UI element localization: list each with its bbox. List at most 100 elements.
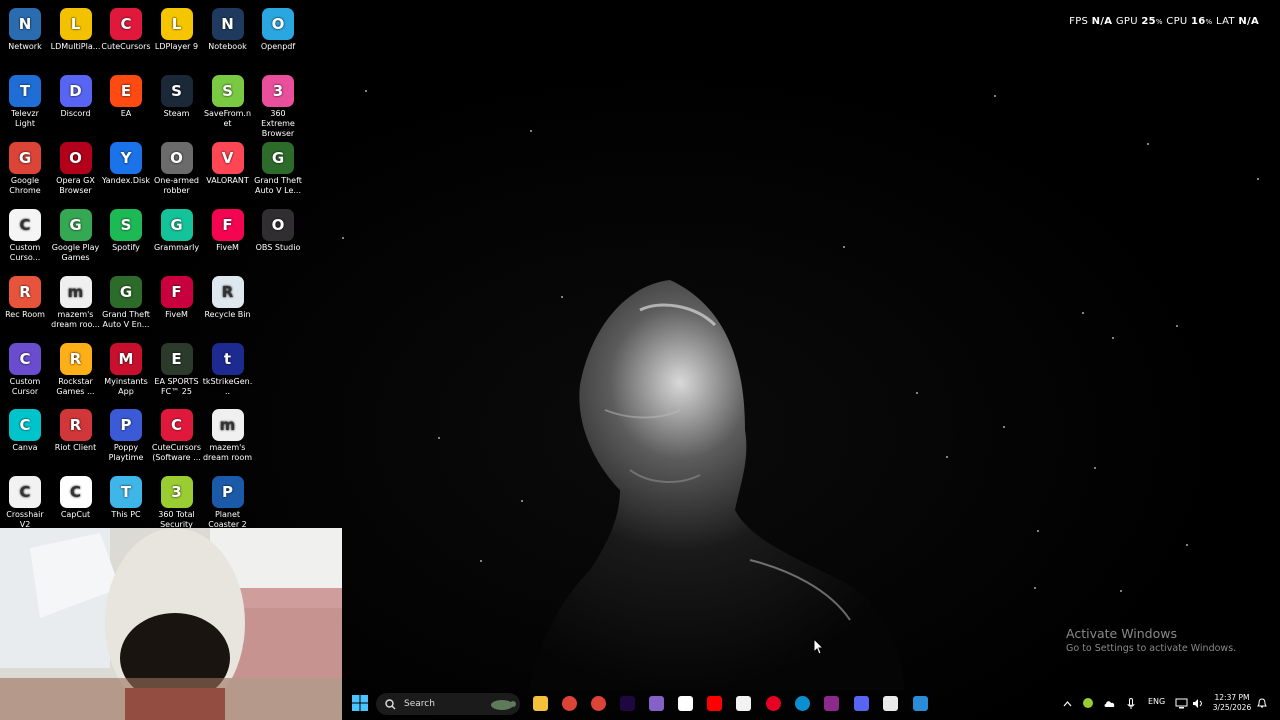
- taskbar-clock[interactable]: 12:37 PM 3/25/2026: [1210, 693, 1254, 713]
- desktop-icon[interactable]: R Rec Room: [0, 274, 50, 320]
- desktop-icon[interactable]: O Opera GX Browser: [51, 140, 101, 196]
- pdf-icon: O: [262, 8, 294, 40]
- desktop-icon[interactable]: D Discord: [51, 73, 101, 119]
- desktop-icon[interactable]: S Steam: [152, 73, 202, 119]
- gta-icon: G: [110, 276, 142, 308]
- taskbar-app-chrome-icon[interactable]: [559, 692, 579, 714]
- desktop-icon[interactable]: M Myinstants App: [101, 341, 151, 397]
- obs-icon: O: [262, 209, 294, 241]
- desktop-icon[interactable]: C Crosshair V2: [0, 474, 50, 530]
- winrar-icon: [823, 695, 839, 711]
- microphone-icon[interactable]: [1127, 698, 1135, 710]
- taskbar-app-discord-icon[interactable]: [851, 692, 871, 714]
- desktop-icon-label: EA SPORTS FC™ 25: [154, 377, 199, 396]
- desktop-icon[interactable]: P Planet Coaster 2: [203, 474, 253, 530]
- desktop-icon[interactable]: E EA SPORTS FC™ 25: [152, 341, 202, 397]
- desktop-icon[interactable]: C CuteCursors: [101, 6, 151, 52]
- desktop-icon[interactable]: m mazem's dream roo...: [51, 274, 101, 330]
- rec-room-icon: R: [9, 276, 41, 308]
- start-button[interactable]: [350, 692, 370, 714]
- desktop-icon-label: Grand Theft Auto V En...: [102, 310, 150, 329]
- desktop-icon[interactable]: R Recycle Bin: [203, 274, 253, 320]
- desktop-icon[interactable]: R Rockstar Games ...: [51, 341, 101, 397]
- desktop-icon[interactable]: N Network: [0, 6, 50, 52]
- star: [1037, 530, 1039, 532]
- activate-subtitle: Go to Settings to activate Windows.: [1066, 643, 1237, 654]
- desktop-icon[interactable]: O Openpdf: [253, 6, 303, 52]
- desktop-icon[interactable]: C Custom Cursor: [0, 341, 50, 397]
- desktop-icon[interactable]: O OBS Studio: [253, 207, 303, 253]
- play-games-icon: G: [59, 209, 92, 241]
- desktop-icon[interactable]: G Grammarly: [152, 207, 202, 253]
- taskbar-app-visual-studio-icon[interactable]: [646, 692, 666, 714]
- notification-bell-icon[interactable]: [1257, 698, 1267, 709]
- desktop-icon[interactable]: F FiveM: [152, 274, 202, 320]
- fps-label: FPS: [1069, 16, 1089, 27]
- desktop-icon[interactable]: G Google Play Games: [51, 207, 101, 263]
- desktop-icon-label: Custom Curso...: [9, 243, 41, 262]
- desktop-icon[interactable]: 3 360 Extreme Browser: [253, 73, 303, 139]
- desktop-icon[interactable]: N Notebook: [203, 6, 253, 52]
- desktop-icon[interactable]: E EA: [101, 73, 151, 119]
- taskbar-app-explorer-icon[interactable]: [530, 692, 550, 714]
- desktop-icon[interactable]: C Canva: [0, 407, 50, 453]
- desktop-icon[interactable]: m mazem's dream room: [203, 407, 253, 463]
- taskbar-app-pinterest-icon[interactable]: [763, 692, 783, 714]
- 360-browser-icon: 3: [262, 75, 294, 107]
- custom-cursor-icon: C: [9, 343, 41, 375]
- taskbar-app-file-icon[interactable]: [880, 692, 900, 714]
- desktop-icon[interactable]: 3 360 Total Security: [152, 474, 202, 530]
- taskbar-app-after-effects-icon[interactable]: [617, 692, 637, 714]
- taskbar-search-box[interactable]: Search: [376, 693, 520, 715]
- taskbar-app-winrar-icon[interactable]: [821, 692, 841, 714]
- desktop-icon-label: Yandex.Disk: [101, 176, 151, 185]
- desktop-icon[interactable]: C CuteCursors (Software ...: [152, 407, 202, 463]
- desktop-icon-label: Crosshair V2: [6, 510, 44, 529]
- desktop-icon[interactable]: C Custom Curso...: [0, 207, 50, 263]
- cpu-unit: %: [1205, 18, 1213, 26]
- desktop-icon[interactable]: Y Yandex.Disk: [101, 140, 151, 186]
- star: [561, 296, 563, 298]
- desktop-icon[interactable]: G Grand Theft Auto V En...: [101, 274, 151, 330]
- ld-multiplayer-icon: L: [59, 8, 92, 40]
- desktop-icon-label: FiveM: [165, 310, 188, 319]
- star: [342, 237, 344, 239]
- desktop-icon[interactable]: C CapCut: [51, 474, 101, 520]
- desktop-icon[interactable]: S SaveFrom.net: [203, 73, 253, 129]
- desktop-icon-label: Custom Cursor: [9, 377, 41, 396]
- store-icon: [735, 695, 751, 711]
- taskbar-app-chrome-icon[interactable]: [588, 692, 608, 714]
- taskbar-app-shield-icon[interactable]: [910, 692, 930, 714]
- desktop-icon[interactable]: R Riot Client: [51, 407, 101, 453]
- show-hidden-icons-chevron-icon[interactable]: [1063, 700, 1072, 707]
- desktop-icon[interactable]: T This PC: [101, 474, 151, 520]
- youtube-icon: [706, 695, 722, 711]
- desktop-icon[interactable]: t tkStrikeGen...: [203, 341, 253, 397]
- network-icon[interactable]: [1175, 698, 1188, 709]
- star: [843, 246, 845, 248]
- desktop-icon[interactable]: G Grand Theft Auto V Le...: [253, 140, 303, 196]
- taskbar-app-store-icon[interactable]: [733, 692, 753, 714]
- desktop-icon[interactable]: S Spotify: [101, 207, 151, 253]
- recycle-bin-icon: R: [211, 276, 244, 308]
- language-indicator[interactable]: ENG: [1148, 697, 1165, 706]
- taskbar-app-edge-icon[interactable]: [792, 692, 812, 714]
- tray-360-icon[interactable]: [1083, 698, 1093, 708]
- desktop-icon-label: Canva: [12, 443, 38, 452]
- desktop-icon[interactable]: P Poppy Playtime: [101, 407, 151, 463]
- desktop-icon[interactable]: F FiveM: [203, 207, 253, 253]
- taskbar-app-youtube-icon[interactable]: [704, 692, 724, 714]
- tray-onedrive-icon[interactable]: [1104, 699, 1116, 708]
- desktop-icon[interactable]: L LDMultiPla...: [51, 6, 101, 52]
- turtle-search-highlight-icon: [491, 700, 516, 710]
- taskbar-app-capcut-icon[interactable]: [675, 692, 695, 714]
- valorant-icon: V: [211, 142, 244, 174]
- desktop-icon[interactable]: G Google Chrome: [0, 140, 50, 196]
- desktop-icon[interactable]: V VALORANT: [203, 140, 253, 186]
- volume-icon[interactable]: [1192, 698, 1204, 709]
- chrome-icon: [561, 695, 577, 711]
- crosshair-icon: C: [9, 476, 41, 508]
- desktop-icon[interactable]: O One-armed robber: [152, 140, 202, 196]
- desktop-icon[interactable]: L LDPlayer 9: [152, 6, 202, 52]
- desktop-icon[interactable]: T Televzr Light: [0, 73, 50, 129]
